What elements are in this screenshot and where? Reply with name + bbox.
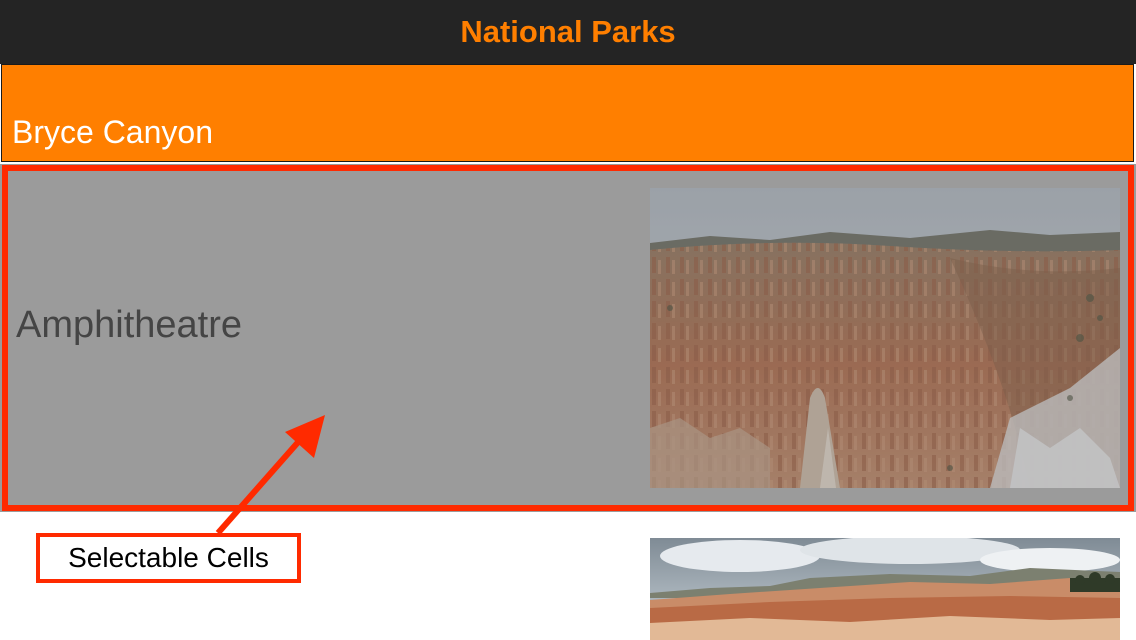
cell-label: Amphitheatre	[16, 304, 243, 346]
section-header-label: Bryce Canyon	[12, 114, 213, 150]
bryce-point-photo	[650, 538, 1120, 640]
section-header: Bryce Canyon	[1, 64, 1134, 162]
amphitheatre-photo	[650, 188, 1120, 488]
page-title: National Parks	[460, 14, 676, 49]
callout-label: Selectable Cells	[68, 542, 269, 573]
selectable-cells-callout: Selectable Cells	[36, 533, 301, 583]
navigation-bar: National Parks	[0, 0, 1136, 64]
